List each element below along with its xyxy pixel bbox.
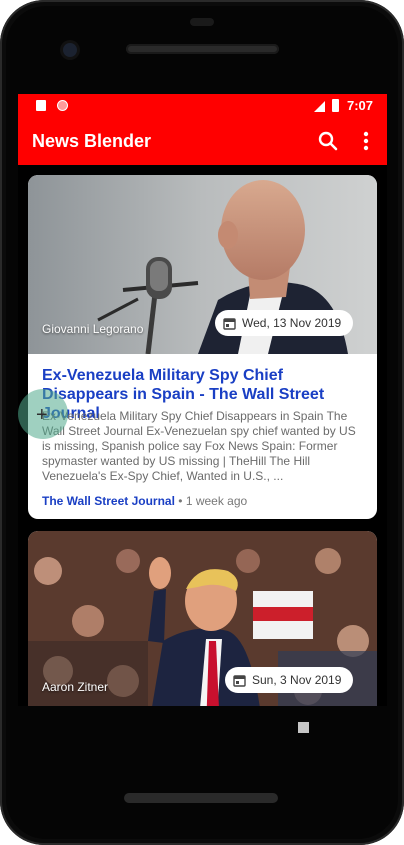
status-time: 7:07 [347,98,374,113]
date-badge: Wed, 13 Nov 2019 [215,310,354,336]
article-date: Wed, 13 Nov 2019 [242,316,342,330]
search-icon [318,131,338,151]
phone-frame: 7:07 News Blender Giovanni Legorano Wed,… [0,0,404,845]
proximity-sensor [190,18,214,26]
article-meta: The Wall Street Journal • 1 week ago [42,494,247,508]
front-camera [63,43,77,57]
meta-separator: • [178,494,186,508]
plus-icon: + [36,404,48,426]
recents-indicator [298,722,309,733]
notification-dot-icon [57,100,68,111]
news-list[interactable]: Giovanni Legorano Wed, 13 Nov 2019 Ex-Ve… [18,165,387,706]
article-date: Sun, 3 Nov 2019 [252,673,342,687]
article-description: Ex-Venezuela Military Spy Chief Disappea… [42,409,356,483]
more-options-button[interactable] [356,129,376,153]
article-author: Aaron Zitner [42,680,109,694]
screen: 7:07 News Blender Giovanni Legorano Wed,… [18,94,387,706]
more-vert-icon [363,131,369,151]
article-source[interactable]: The Wall Street Journal [42,494,175,508]
top-speaker [126,44,279,54]
bottom-speaker [124,793,278,803]
article-image[interactable]: Giovanni Legorano Wed, 13 Nov 2019 [28,175,377,354]
article-card[interactable]: Giovanni Legorano Wed, 13 Nov 2019 Ex-Ve… [28,175,377,519]
sd-card-icon [36,100,46,111]
signal-icon [314,101,325,112]
article-author: Giovanni Legorano [42,322,144,336]
search-button[interactable] [316,129,340,153]
calendar-icon [223,317,236,330]
article-time-ago: 1 week ago [185,494,248,508]
calendar-icon [233,674,246,687]
article-card[interactable]: Aaron Zitner Sun, 3 Nov 2019 [28,531,377,706]
article-image[interactable]: Aaron Zitner Sun, 3 Nov 2019 [28,531,377,706]
status-bar: 7:07 [18,94,387,118]
battery-icon [332,99,339,112]
date-badge: Sun, 3 Nov 2019 [225,667,354,693]
app-title: News Blender [32,131,152,151]
app-bar: News Blender [18,118,387,165]
